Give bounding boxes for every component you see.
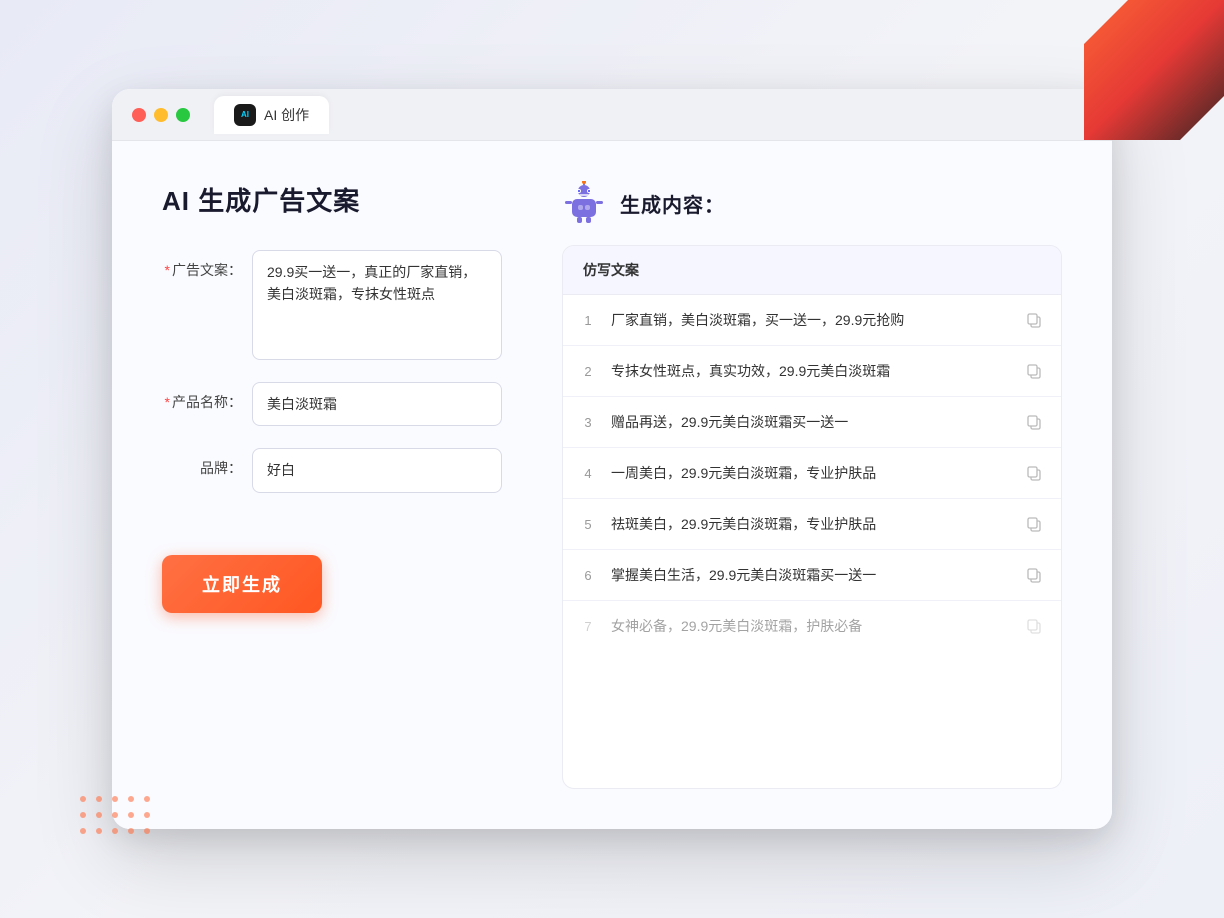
ad-copy-label: *广告文案： bbox=[162, 250, 242, 280]
copy-icon[interactable] bbox=[1023, 411, 1045, 433]
results-table: 仿写文案 1 厂家直销，美白淡斑霜，买一送一，29.9元抢购 2 专抹女性斑点，… bbox=[562, 245, 1062, 789]
generate-button[interactable]: 立即生成 bbox=[162, 555, 322, 613]
copy-icon[interactable] bbox=[1023, 513, 1045, 535]
left-panel: AI 生成广告文案 *广告文案： *产品名称： 品牌： 立 bbox=[162, 181, 502, 789]
row-number: 7 bbox=[579, 619, 597, 634]
copy-icon[interactable] bbox=[1023, 462, 1045, 484]
table-row: 6 掌握美白生活，29.9元美白淡斑霜买一送一 bbox=[563, 550, 1061, 601]
table-row: 7 女神必备，29.9元美白淡斑霜，护肤必备 bbox=[563, 601, 1061, 651]
table-row: 2 专抹女性斑点，真实功效，29.9元美白淡斑霜 bbox=[563, 346, 1061, 397]
row-number: 4 bbox=[579, 466, 597, 481]
product-name-required: * bbox=[165, 394, 170, 410]
table-row: 4 一周美白，29.9元美白淡斑霜，专业护肤品 bbox=[563, 448, 1061, 499]
product-name-group: *产品名称： bbox=[162, 382, 502, 426]
title-bar: AI 创作 bbox=[112, 89, 1112, 141]
close-button[interactable] bbox=[132, 108, 146, 122]
ad-copy-required: * bbox=[165, 262, 170, 278]
right-panel: 生成内容： 仿写文案 1 厂家直销，美白淡斑霜，买一送一，29.9元抢购 2 专… bbox=[562, 181, 1062, 789]
row-text: 掌握美白生活，29.9元美白淡斑霜买一送一 bbox=[611, 565, 1009, 586]
row-text: 祛斑美白，29.9元美白淡斑霜，专业护肤品 bbox=[611, 514, 1009, 535]
maximize-button[interactable] bbox=[176, 108, 190, 122]
minimize-button[interactable] bbox=[154, 108, 168, 122]
row-text: 一周美白，29.9元美白淡斑霜，专业护肤品 bbox=[611, 463, 1009, 484]
page-title: AI 生成广告文案 bbox=[162, 181, 502, 218]
brand-input[interactable] bbox=[252, 448, 502, 492]
window-controls bbox=[132, 108, 190, 122]
row-text: 女神必备，29.9元美白淡斑霜，护肤必备 bbox=[611, 616, 1009, 637]
copy-icon[interactable] bbox=[1023, 564, 1045, 586]
browser-window: AI 创作 AI 生成广告文案 *广告文案： *产品名称： bbox=[112, 89, 1112, 829]
copy-icon[interactable] bbox=[1023, 615, 1045, 637]
row-number: 2 bbox=[579, 364, 597, 379]
ai-tab[interactable]: AI 创作 bbox=[214, 96, 329, 134]
row-number: 5 bbox=[579, 517, 597, 532]
copy-icon[interactable] bbox=[1023, 360, 1045, 382]
table-row: 1 厂家直销，美白淡斑霜，买一送一，29.9元抢购 bbox=[563, 295, 1061, 346]
row-number: 3 bbox=[579, 415, 597, 430]
row-text: 专抹女性斑点，真实功效，29.9元美白淡斑霜 bbox=[611, 361, 1009, 382]
right-title: 生成内容： bbox=[620, 189, 725, 218]
ai-tab-icon bbox=[234, 104, 256, 126]
results-rows: 1 厂家直销，美白淡斑霜，买一送一，29.9元抢购 2 专抹女性斑点，真实功效，… bbox=[563, 295, 1061, 651]
row-number: 1 bbox=[579, 313, 597, 328]
table-row: 3 赠品再送，29.9元美白淡斑霜买一送一 bbox=[563, 397, 1061, 448]
brand-group: 品牌： bbox=[162, 448, 502, 492]
right-header: 生成内容： bbox=[562, 181, 1062, 225]
row-number: 6 bbox=[579, 568, 597, 583]
brand-label: 品牌： bbox=[162, 448, 242, 478]
product-name-input[interactable] bbox=[252, 382, 502, 426]
tab-label: AI 创作 bbox=[264, 105, 309, 125]
table-header: 仿写文案 bbox=[563, 246, 1061, 295]
robot-icon bbox=[562, 181, 606, 225]
product-name-label: *产品名称： bbox=[162, 382, 242, 412]
row-text: 赠品再送，29.9元美白淡斑霜买一送一 bbox=[611, 412, 1009, 433]
table-row: 5 祛斑美白，29.9元美白淡斑霜，专业护肤品 bbox=[563, 499, 1061, 550]
copy-icon[interactable] bbox=[1023, 309, 1045, 331]
main-content: AI 生成广告文案 *广告文案： *产品名称： 品牌： 立 bbox=[112, 141, 1112, 829]
ad-copy-input[interactable] bbox=[252, 250, 502, 360]
ad-copy-group: *广告文案： bbox=[162, 250, 502, 360]
row-text: 厂家直销，美白淡斑霜，买一送一，29.9元抢购 bbox=[611, 310, 1009, 331]
